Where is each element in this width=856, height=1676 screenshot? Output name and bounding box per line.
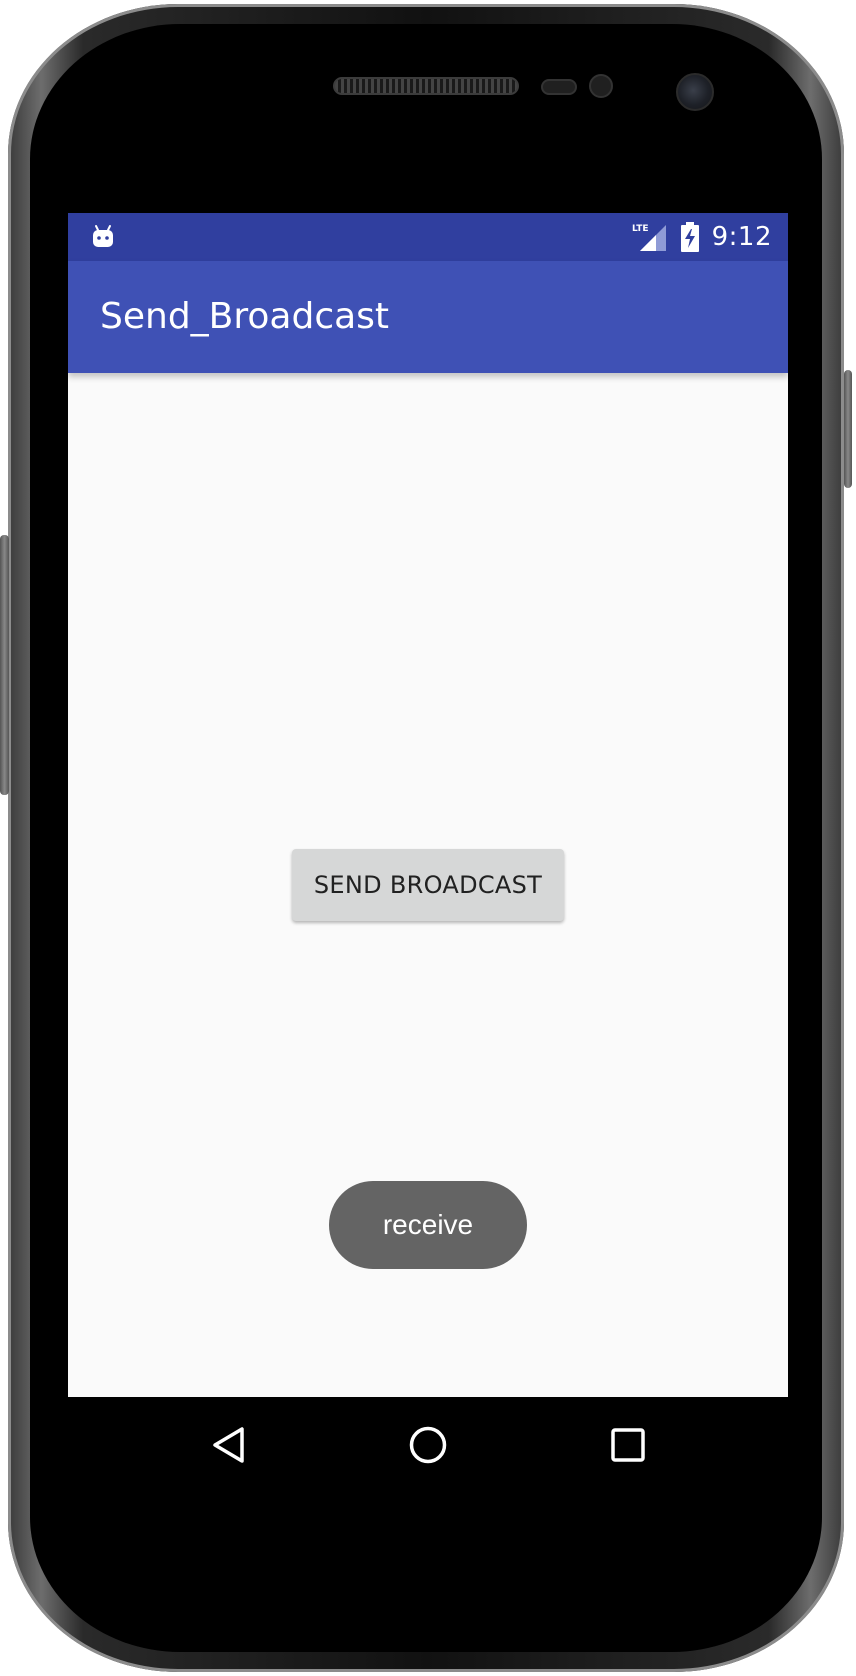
- volume-button: [0, 535, 9, 795]
- recents-icon: [611, 1428, 645, 1462]
- earpiece-speaker: [333, 77, 519, 95]
- status-icons: LTE 9:12: [632, 213, 772, 261]
- nav-recents-button[interactable]: [578, 1397, 678, 1493]
- main-content: SEND BROADCAST receive: [68, 373, 788, 1397]
- app-bar: Send_Broadcast: [68, 261, 788, 373]
- power-button: [844, 370, 852, 488]
- lte-signal-icon: LTE: [632, 224, 666, 251]
- back-icon: [213, 1427, 244, 1463]
- home-icon: [409, 1426, 447, 1464]
- nav-home-button[interactable]: [378, 1397, 478, 1493]
- toast-message: receive: [382, 1209, 474, 1240]
- navigation-bar: [68, 1397, 788, 1493]
- app-title: Send_Broadcast: [100, 296, 390, 337]
- proximity-sensor: [541, 79, 577, 95]
- status-time: 9:12: [711, 222, 772, 252]
- nav-back-button[interactable]: [180, 1397, 280, 1493]
- light-sensor: [589, 74, 613, 98]
- front-camera: [676, 73, 714, 111]
- battery-charging-icon: [680, 222, 699, 252]
- toast: receive: [329, 1181, 527, 1269]
- screen: LTE 9:12 Send_Broadcast SEND BROADCAST r…: [68, 213, 788, 1493]
- android-debug-icon: [93, 225, 113, 247]
- send-broadcast-button[interactable]: SEND BROADCAST: [292, 849, 564, 921]
- network-label: LTE: [632, 224, 649, 234]
- status-bar: LTE 9:12: [68, 213, 788, 261]
